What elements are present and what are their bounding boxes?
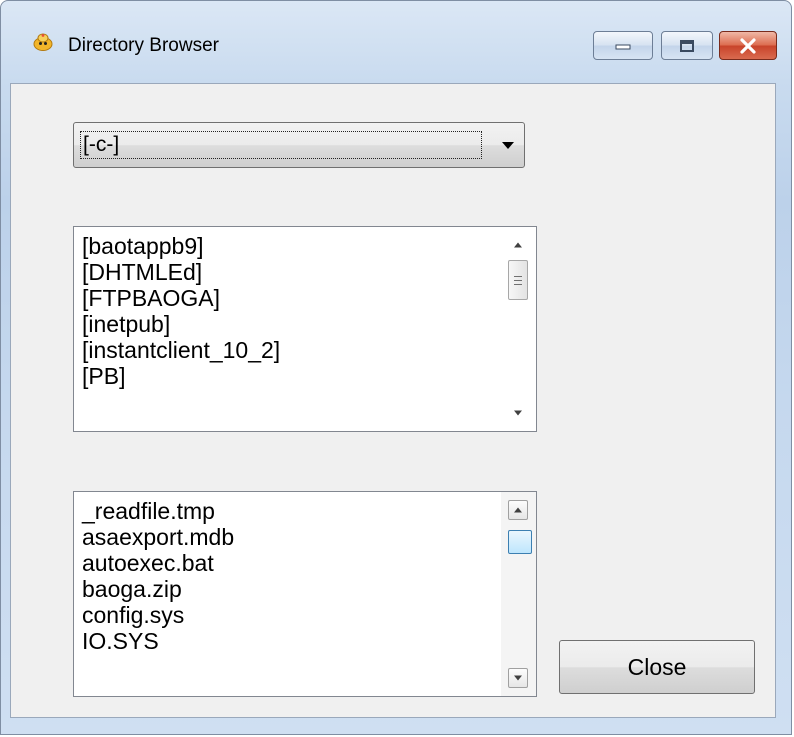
file-scrollbar[interactable] <box>501 492 536 696</box>
grip-line <box>514 280 522 281</box>
list-item[interactable]: [DHTMLEd] <box>82 259 280 285</box>
list-item[interactable]: autoexec.bat <box>82 550 234 576</box>
directory-scrollbar[interactable] <box>501 227 536 431</box>
grip-line <box>514 276 522 277</box>
list-item[interactable]: baoga.zip <box>82 576 234 602</box>
directory-scroll-down-button[interactable] <box>508 403 528 423</box>
directory-browser-window: Directory Browser [-c-] [baotappb9] [DHTM… <box>0 0 792 735</box>
list-item[interactable]: [PB] <box>82 363 280 389</box>
app-face-icon <box>33 33 53 51</box>
arrow-down-icon <box>514 675 522 681</box>
list-item[interactable]: [baotappb9] <box>82 233 280 259</box>
window-title: Directory Browser <box>68 35 219 56</box>
list-item[interactable]: IO.SYS <box>82 628 234 654</box>
grip-line <box>514 284 522 285</box>
list-item[interactable]: _readfile.tmp <box>82 498 234 524</box>
close-window-button[interactable] <box>719 31 777 60</box>
close-button[interactable]: Close <box>559 640 755 694</box>
drive-combobox-value: [-c-] <box>80 131 482 159</box>
directory-items: [baotappb9] [DHTMLEd] [FTPBAOGA] [inetpub][… <box>82 233 280 389</box>
close-x-icon <box>740 37 756 54</box>
drive-combobox[interactable]: [-c-] <box>73 122 525 168</box>
directory-listbox[interactable]: [baotappb9] [DHTMLEd] [FTPBAOGA] [inetpub][… <box>73 226 537 432</box>
maximize-icon <box>680 39 694 52</box>
directory-scroll-up-button[interactable] <box>508 235 528 255</box>
minimize-button[interactable] <box>593 31 653 60</box>
maximize-button[interactable] <box>661 31 713 60</box>
file-scroll-down-button[interactable] <box>508 668 528 688</box>
arrow-up-icon <box>514 507 522 513</box>
list-item[interactable]: [instantclient_10_2] <box>82 337 280 363</box>
arrow-up-icon <box>514 242 522 248</box>
arrow-down-icon <box>514 410 522 416</box>
minimize-icon <box>615 44 631 49</box>
file-listbox[interactable]: _readfile.tmp asaexport.mdb autoexec.bat ba… <box>73 491 537 697</box>
chevron-down-icon[interactable] <box>502 142 514 149</box>
file-items: _readfile.tmp asaexport.mdb autoexec.bat ba… <box>82 498 234 654</box>
list-item[interactable]: [inetpub] <box>82 311 280 337</box>
client-area: [-c-] [baotappb9] [DHTMLEd] [FTPBAOGA] [ine… <box>10 83 776 718</box>
file-scroll-thumb[interactable] <box>508 530 532 554</box>
list-item[interactable]: [FTPBAOGA] <box>82 285 280 311</box>
file-scroll-up-button[interactable] <box>508 500 528 520</box>
list-item[interactable]: asaexport.mdb <box>82 524 234 550</box>
directory-scroll-thumb[interactable] <box>508 260 528 300</box>
list-item[interactable]: config.sys <box>82 602 234 628</box>
title-bar[interactable]: Directory Browser <box>1 1 791 83</box>
